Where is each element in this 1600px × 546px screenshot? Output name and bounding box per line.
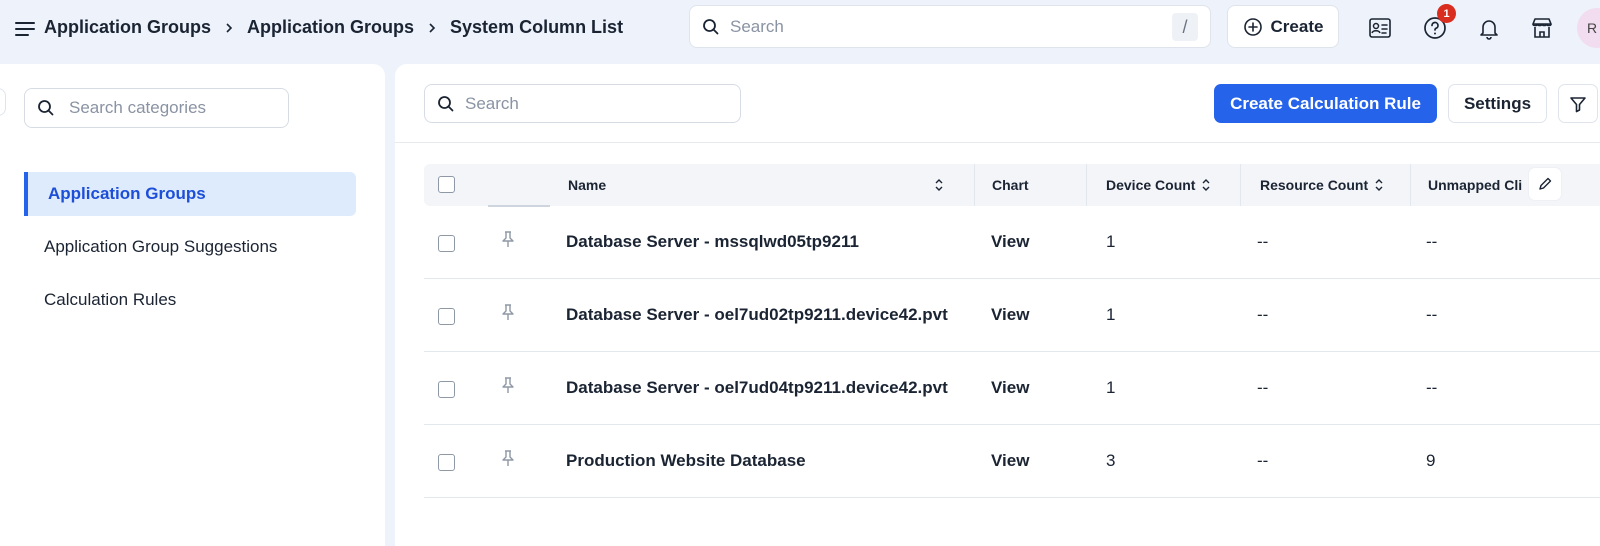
- breadcrumb: Application Groups Application Groups Sy…: [44, 17, 623, 38]
- device-count: 1: [1106, 305, 1116, 324]
- top-bar: Application Groups Application Groups Sy…: [0, 0, 1600, 64]
- column-header-name: Name: [568, 164, 958, 206]
- chart-view-link[interactable]: View: [991, 352, 1029, 424]
- column-separator: [1086, 164, 1087, 206]
- row-checkbox[interactable]: [438, 454, 455, 471]
- column-separator: [974, 164, 975, 206]
- column-header-chart: Chart: [992, 164, 1029, 206]
- breadcrumb-item[interactable]: Application Groups: [44, 17, 211, 38]
- row-name: Database Server - mssqlwd05tp9211: [566, 232, 859, 251]
- sort-icon: [1375, 179, 1383, 191]
- filter-button[interactable]: [1558, 84, 1598, 123]
- sort-icon[interactable]: [934, 177, 944, 193]
- breadcrumb-item[interactable]: Application Groups: [247, 17, 414, 38]
- table-header: Name Chart Device Count Resource Count U…: [424, 164, 1600, 207]
- column-header-label: Name: [568, 177, 607, 193]
- pencil-icon: [1539, 177, 1552, 190]
- global-search-input[interactable]: [730, 16, 1150, 37]
- column-header-resource-count: Resource Count: [1260, 164, 1384, 206]
- table-search[interactable]: [424, 84, 741, 123]
- create-button[interactable]: Create: [1227, 5, 1339, 48]
- settings-button[interactable]: Settings: [1448, 84, 1547, 123]
- store-icon[interactable]: [1528, 14, 1556, 42]
- sidebar-collapse-handle[interactable]: [0, 88, 6, 116]
- chevron-right-icon: [211, 19, 247, 37]
- device-count: 3: [1106, 451, 1116, 470]
- select-all-checkbox[interactable]: [438, 176, 455, 193]
- table-search-input[interactable]: [465, 93, 725, 114]
- sidebar-item-label: Application Group Suggestions: [44, 237, 278, 256]
- resource-count: --: [1257, 232, 1269, 251]
- category-search[interactable]: [24, 88, 289, 128]
- sidebar-item-label: Application Groups: [48, 184, 206, 203]
- table-row: Database Server - mssqlwd05tp9211 View 1…: [424, 206, 1600, 279]
- sidebar-item-calculation-rules[interactable]: Calculation Rules: [24, 278, 356, 322]
- sidebar-item-application-groups[interactable]: Application Groups: [24, 172, 356, 216]
- row-checkbox[interactable]: [438, 381, 455, 398]
- breadcrumb-current: System Column List: [450, 17, 624, 37]
- chart-view-link[interactable]: View: [991, 425, 1029, 497]
- sort-icon: [1202, 179, 1210, 191]
- sidebar-item-application-group-suggestions[interactable]: Application Group Suggestions: [24, 225, 356, 269]
- device-count: 1: [1106, 232, 1116, 251]
- menu-icon[interactable]: [14, 18, 36, 40]
- bell-icon[interactable]: [1475, 14, 1503, 42]
- search-icon: [438, 95, 454, 111]
- column-header-label: Resource Count: [1260, 177, 1369, 193]
- row-checkbox[interactable]: [438, 308, 455, 325]
- divider: [395, 142, 1600, 143]
- resource-count: --: [1257, 378, 1269, 397]
- device-count: 1: [1106, 378, 1116, 397]
- chevron-right-icon: [414, 19, 450, 37]
- pin-icon[interactable]: [500, 303, 516, 321]
- shortcut-key: /: [1172, 13, 1198, 41]
- unmapped-count: --: [1426, 232, 1438, 251]
- column-header-device-count: Device Count: [1106, 164, 1211, 206]
- unmapped-count: --: [1426, 305, 1438, 324]
- column-header-unmapped: Unmapped Cli: [1428, 164, 1538, 206]
- sort-resource-count[interactable]: Resource Count: [1260, 177, 1384, 193]
- sidebar-item-label: Calculation Rules: [44, 290, 177, 309]
- table-row: Production Website Database View 3 -- 9: [424, 425, 1600, 498]
- category-sidebar: Application Groups Application Group Sug…: [0, 64, 385, 546]
- resource-count: --: [1257, 305, 1269, 324]
- search-icon: [703, 18, 719, 34]
- row-checkbox[interactable]: [438, 235, 455, 252]
- column-header-label: Chart: [992, 177, 1029, 193]
- pin-icon[interactable]: [500, 449, 516, 467]
- global-search[interactable]: /: [689, 5, 1211, 48]
- row-name: Production Website Database: [566, 451, 806, 470]
- edit-columns-button[interactable]: [1529, 168, 1561, 200]
- pin-icon[interactable]: [500, 376, 516, 394]
- category-search-input[interactable]: [69, 98, 279, 118]
- column-header-label: Device Count: [1106, 177, 1196, 193]
- resource-count: --: [1257, 451, 1269, 470]
- column-separator: [1240, 164, 1241, 206]
- chart-view-link[interactable]: View: [991, 279, 1029, 351]
- column-separator: [1410, 164, 1411, 206]
- notification-badge: 1: [1437, 4, 1456, 23]
- unmapped-count: 9: [1426, 451, 1436, 470]
- pin-icon[interactable]: [500, 230, 516, 248]
- avatar[interactable]: R: [1577, 8, 1600, 48]
- sort-device-count[interactable]: Device Count: [1106, 177, 1211, 193]
- create-button-label: Create: [1270, 16, 1324, 36]
- column-header-label: Unmapped Cli: [1428, 177, 1523, 193]
- table-row: Database Server - oel7ud02tp9211.device4…: [424, 279, 1600, 352]
- plus-circle-icon: [1243, 17, 1262, 36]
- create-calculation-rule-button[interactable]: Create Calculation Rule: [1214, 84, 1437, 123]
- row-name: Database Server - oel7ud04tp9211.device4…: [566, 378, 948, 397]
- unmapped-count: --: [1426, 378, 1438, 397]
- main-panel: Create Calculation Rule Settings Name Ch…: [395, 64, 1600, 546]
- row-name: Database Server - oel7ud02tp9211.device4…: [566, 305, 948, 324]
- search-icon: [38, 100, 54, 116]
- chart-view-link[interactable]: View: [991, 206, 1029, 278]
- filter-icon: [1570, 96, 1586, 112]
- contact-card-icon[interactable]: [1366, 14, 1394, 42]
- table-row: Database Server - oel7ud04tp9211.device4…: [424, 352, 1600, 425]
